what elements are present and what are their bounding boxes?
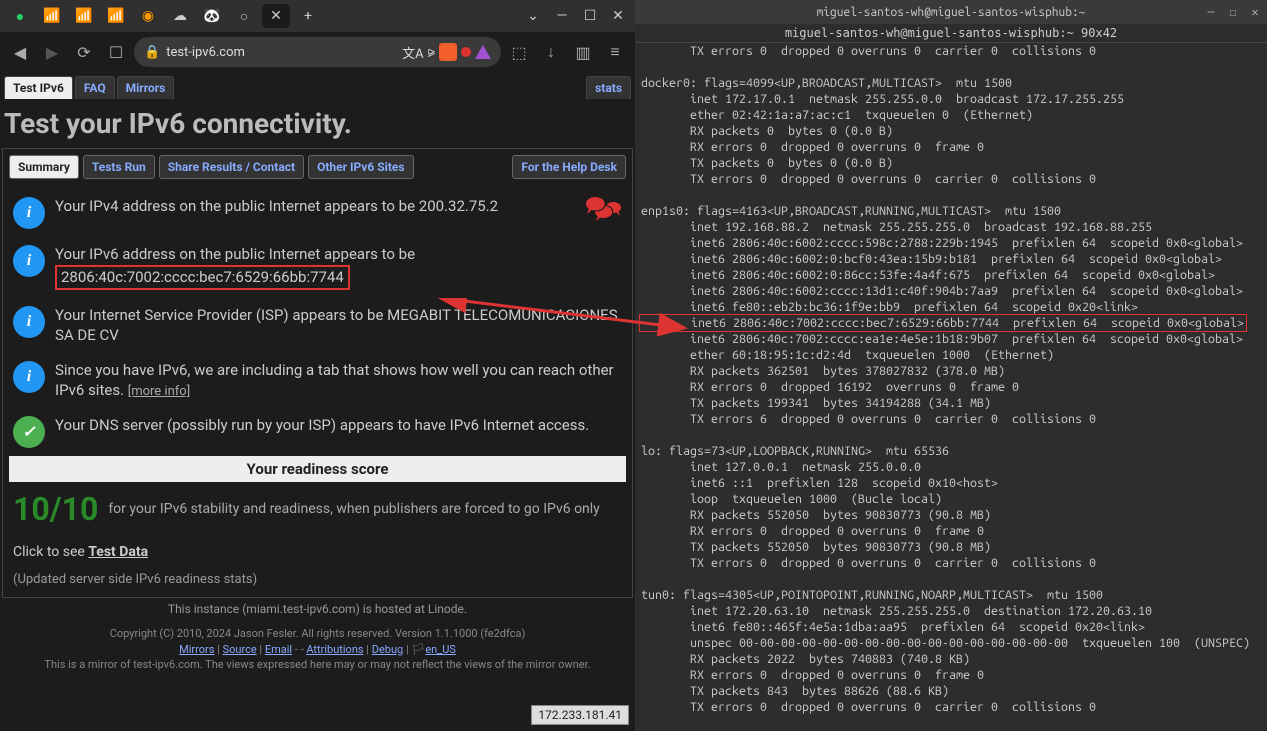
close-button[interactable]: ✕ <box>605 4 631 28</box>
tab-cloud[interactable]: ☁ <box>166 4 194 28</box>
footer-mirrors[interactable]: Mirrors <box>179 643 214 656</box>
page-footer: Copyright (C) 2010, 2024 Jason Fesler. A… <box>0 620 635 678</box>
ip-tooltip: 172.233.181.41 <box>531 705 629 725</box>
sub-tab-share[interactable]: Share Results / Contact <box>159 155 304 179</box>
notification-badge <box>461 47 471 57</box>
score-row: 10/10 for your IPv6 stability and readin… <box>9 482 626 536</box>
maximize-button[interactable]: ☐ <box>577 4 603 28</box>
terminal-output[interactable]: TX errors 0 dropped 0 overruns 0 carrier… <box>635 43 1267 715</box>
info-icon: i <box>13 245 45 277</box>
tab-github[interactable]: ○ <box>230 4 258 28</box>
hosted-note: This instance (miami.test-ipv6.com) is h… <box>0 598 635 620</box>
back-button[interactable]: ◀ <box>6 38 34 66</box>
nav-tab-mirrors[interactable]: Mirrors <box>117 76 175 99</box>
bat-icon[interactable] <box>475 45 491 59</box>
sub-tab-other[interactable]: Other IPv6 Sites <box>308 155 413 179</box>
term-maximize[interactable]: ☐ <box>1225 4 1241 20</box>
language-icon[interactable]: 🗫 <box>585 188 621 220</box>
minimize-button[interactable]: — <box>549 4 575 28</box>
brave-shield-icon[interactable] <box>439 43 457 61</box>
info-dns: ✓ Your DNS server (possibly run by your … <box>9 408 626 456</box>
page-content: Test IPv6 FAQ Mirrors stats Test your IP… <box>0 72 635 731</box>
term-close[interactable]: ✕ <box>1247 4 1263 20</box>
nav-tab-test-ipv6[interactable]: Test IPv6 <box>4 76 73 99</box>
term-minimize[interactable]: — <box>1203 4 1219 20</box>
translate-icon[interactable]: 文A <box>402 43 423 62</box>
tab-wifi-1[interactable]: 📶 <box>38 4 66 28</box>
forward-button[interactable]: ▶ <box>38 38 66 66</box>
info-ipv4: i Your IPv4 address on the public Intern… <box>9 189 626 237</box>
browser-titlebar: ● 📶 📶 📶 ◉ ☁ 🐼 ○ ✕ + ⌄ — ☐ ✕ <box>0 0 635 32</box>
info-icon: i <box>13 197 45 229</box>
sub-tab-summary[interactable]: Summary <box>9 155 79 179</box>
results-box: Summary Tests Run Share Results / Contac… <box>2 148 633 598</box>
reload-button[interactable]: ⟳ <box>70 38 98 66</box>
lock-icon: 🔒 <box>144 45 160 60</box>
footer-source[interactable]: Source <box>223 643 257 656</box>
new-tab-button[interactable]: + <box>294 4 322 28</box>
updated-note: (Updated server side IPv6 readiness stat… <box>9 568 626 591</box>
browser-window: ● 📶 📶 📶 ◉ ☁ 🐼 ○ ✕ + ⌄ — ☐ ✕ ◀ ▶ ⟳ ☐ 🔒 te… <box>0 0 635 731</box>
check-icon: ✓ <box>13 416 45 448</box>
sub-tab-tests-run[interactable]: Tests Run <box>83 155 155 179</box>
tab-wifi-2[interactable]: 📶 <box>70 4 98 28</box>
info-icon: i <box>13 361 45 393</box>
footer-attributions[interactable]: Attributions <box>306 643 363 656</box>
nav-tab-faq[interactable]: FAQ <box>75 76 115 99</box>
readiness-header: Your readiness score <box>9 456 626 482</box>
ipv6-address-highlight: 2806:40c:7002:cccc:bec7:6529:66bb:7744 <box>55 265 350 291</box>
bookmark-icon[interactable]: ☐ <box>102 38 130 66</box>
tab-orange[interactable]: ◉ <box>134 4 162 28</box>
sub-tab-help[interactable]: For the Help Desk <box>512 155 626 179</box>
footer-debug[interactable]: Debug <box>372 643 403 656</box>
readiness-score: 10/10 <box>13 490 98 528</box>
test-data-link[interactable]: Test Data <box>88 544 148 560</box>
menu-icon[interactable]: ≡ <box>601 38 629 66</box>
tabs-dropdown[interactable]: ⌄ <box>519 4 547 28</box>
footer-email[interactable]: Email <box>265 643 292 656</box>
terminal-window: miguel-santos-wh@miguel-santos-wisphub:~… <box>635 0 1267 731</box>
footer-locale[interactable]: en_US <box>425 643 456 656</box>
tab-panda[interactable]: 🐼 <box>198 4 226 28</box>
browser-toolbar: ◀ ▶ ⟳ ☐ 🔒 test-ipv6.com 文A ⪩ ⬚ ↓ ▥ ≡ <box>0 32 635 72</box>
test-data-row: Click to see Test Data <box>9 536 626 568</box>
page-title: Test your IPv6 connectivity. <box>0 99 635 148</box>
url-text: test-ipv6.com <box>166 45 245 60</box>
info-icon: i <box>13 306 45 338</box>
wallet-icon[interactable]: ⬚ <box>505 38 533 66</box>
tab-whatsapp[interactable]: ● <box>6 4 34 28</box>
nav-tab-stats[interactable]: stats <box>586 76 631 99</box>
tab-active[interactable]: ✕ <box>262 4 290 28</box>
terminal-titlebar: miguel-santos-wh@miguel-santos-wisphub:~… <box>635 0 1267 24</box>
info-isp: i Your Internet Service Provider (ISP) a… <box>9 298 626 353</box>
more-info-link[interactable]: [more info] <box>128 384 190 399</box>
info-ipv6-sites: i Since you have IPv6, we are including … <box>9 353 626 408</box>
terminal-highlighted-line: inet6 2806:40c:7002:cccc:bec7:6529:66bb:… <box>639 314 1247 332</box>
share-icon[interactable]: ⪩ <box>428 45 435 60</box>
address-bar[interactable]: 🔒 test-ipv6.com 文A ⪩ <box>134 37 501 67</box>
extension-icon[interactable]: ↓ <box>537 38 565 66</box>
sidebar-icon[interactable]: ▥ <box>569 38 597 66</box>
terminal-subtitle: miguel-santos-wh@miguel-santos-wisphub:~… <box>635 24 1267 43</box>
info-ipv6: i Your IPv6 address on the public Intern… <box>9 237 626 298</box>
tab-wifi-3[interactable]: 📶 <box>102 4 130 28</box>
